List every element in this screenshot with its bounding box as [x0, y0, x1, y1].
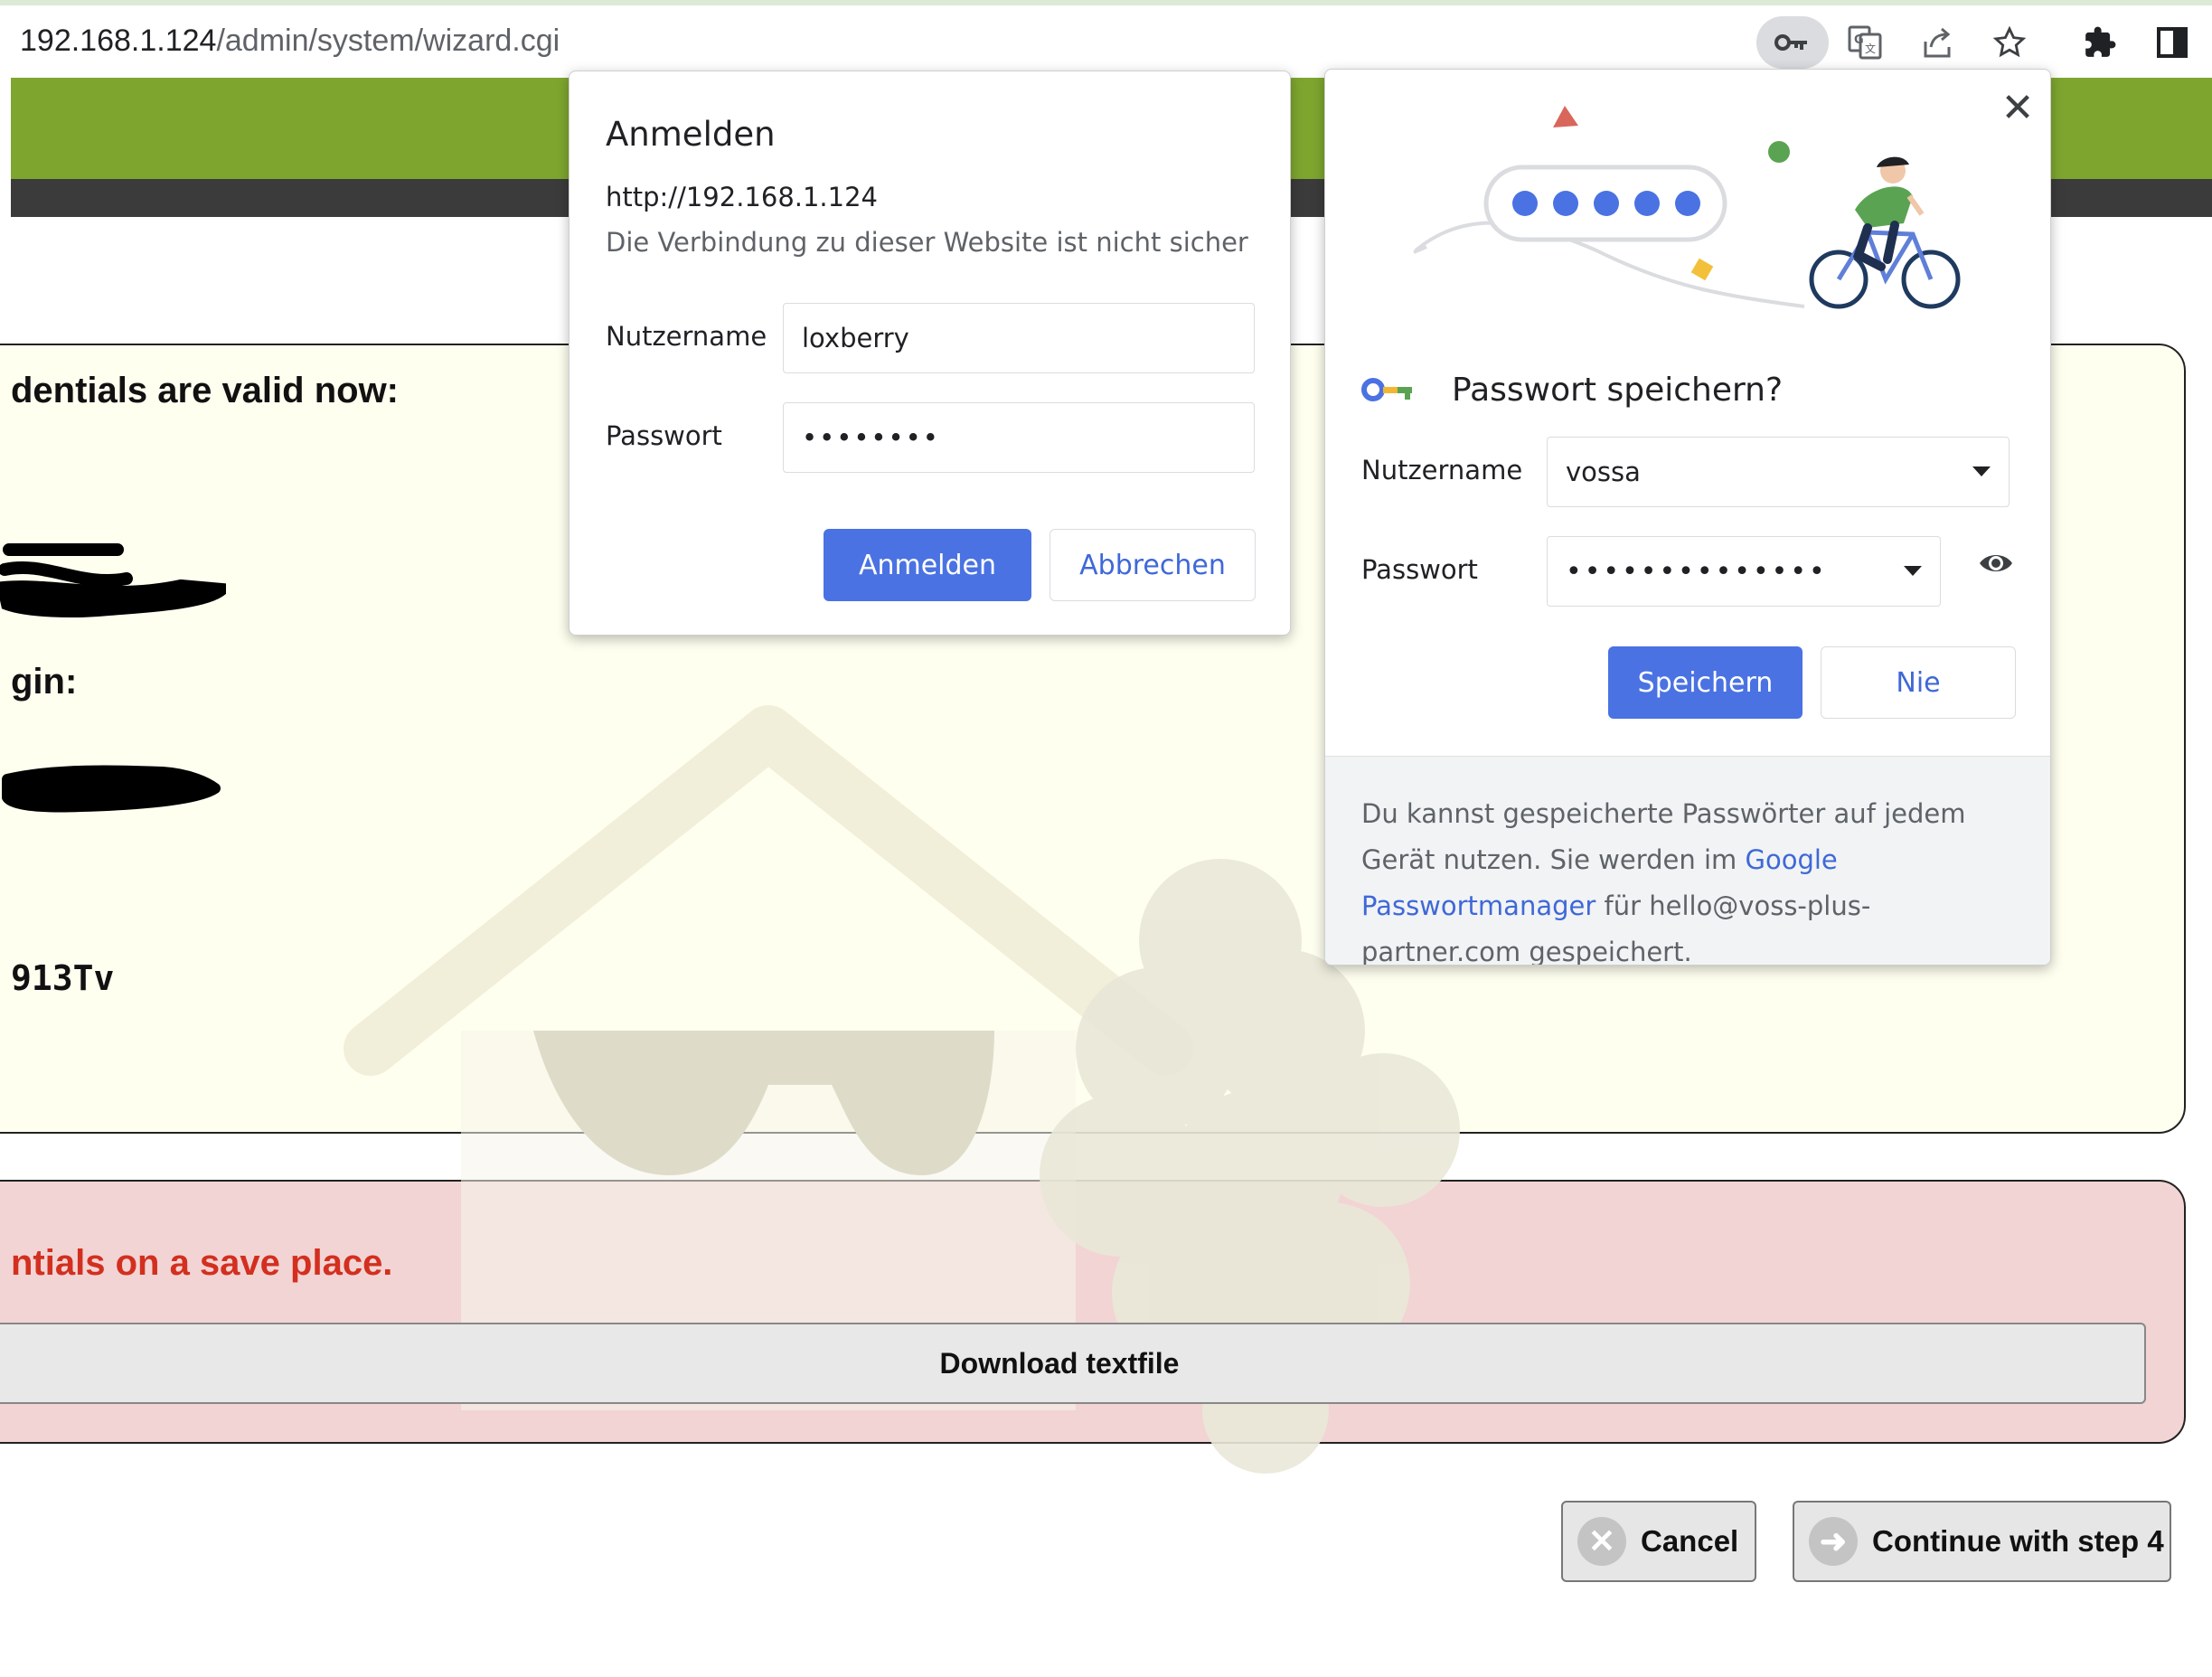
chevron-down-icon — [1904, 566, 1922, 576]
save-password-label: Passwort — [1361, 554, 1478, 585]
bookmark-star-icon[interactable] — [1982, 18, 2037, 67]
save-username-label: Nutzername — [1361, 455, 1523, 485]
show-password-eye-icon[interactable] — [1978, 551, 2014, 576]
save-password-bubble: ✕ Passwort speichern? Nutzername vossa P… — [1324, 69, 2051, 966]
auth-password-input[interactable]: •••••••• — [783, 402, 1255, 473]
close-icon[interactable]: ✕ — [1996, 85, 2039, 131]
svg-text:G: G — [1854, 33, 1864, 47]
cancel-x-icon: ✕ — [1577, 1517, 1626, 1566]
redacted-username-scribble — [0, 543, 226, 617]
redacted-password-scribble — [2, 765, 221, 813]
auth-submit-button[interactable]: Anmelden — [824, 529, 1031, 601]
auth-password-label: Passwort — [606, 420, 722, 451]
auth-username-label: Nutzername — [606, 321, 767, 352]
url-path: /admin/system/wizard.cgi — [216, 24, 560, 58]
arrow-right-icon: ➜ — [1809, 1517, 1858, 1566]
save-username-select[interactable]: vossa — [1547, 437, 2010, 507]
download-textfile-button[interactable]: Download textfile — [0, 1323, 2146, 1404]
password-key-icon — [1361, 378, 1412, 401]
url-host: 192.168.1.124 — [20, 24, 217, 58]
save-password-button[interactable]: Speichern — [1608, 646, 1803, 719]
save-password-select[interactable]: •••••••••••••• — [1547, 536, 1941, 607]
auth-dialog-origin: http://192.168.1.124 — [606, 182, 879, 212]
footer-text: Du kannst gespeicherte Passwörter auf je… — [1361, 798, 1966, 875]
save-username-value: vossa — [1566, 457, 1641, 487]
extensions-puzzle-icon[interactable] — [2073, 18, 2127, 67]
auth-dialog: Anmelden http://192.168.1.124 Die Verbin… — [569, 71, 1291, 636]
address-bar[interactable]: 192.168.1.124/admin/system/wizard.cgi — [20, 24, 560, 59]
warning-text: ntials on a save place. — [11, 1243, 393, 1283]
cancel-button[interactable]: ✕ Cancel — [1561, 1501, 1756, 1582]
cancel-button-label: Cancel — [1641, 1524, 1739, 1558]
side-panel-icon[interactable] — [2145, 18, 2199, 67]
auth-cancel-button[interactable]: Abbrechen — [1050, 529, 1256, 601]
save-password-footer: Du kannst gespeicherte Passwörter auf je… — [1325, 756, 2050, 965]
chevron-down-icon — [1972, 466, 1991, 476]
never-save-button[interactable]: Nie — [1821, 646, 2016, 719]
key-icon[interactable] — [1756, 16, 1829, 69]
save-password-title: Passwort speichern? — [1452, 372, 1784, 409]
credential-code: 913Tv — [11, 958, 115, 998]
translate-icon[interactable]: G文 — [1838, 18, 1892, 67]
continue-button[interactable]: ➜ Continue with step 4 — [1793, 1501, 2171, 1582]
password-illustration-icon — [1413, 106, 1961, 309]
credentials-heading: dentials are valid now: — [11, 371, 400, 410]
share-icon[interactable] — [1910, 18, 1964, 67]
login-heading: gin: — [11, 662, 78, 702]
svg-text:文: 文 — [1865, 42, 1876, 55]
continue-button-label: Continue with step 4 — [1872, 1524, 2164, 1558]
auth-dialog-title: Anmelden — [606, 115, 776, 154]
auth-dialog-warning: Die Verbindung zu dieser Website ist nic… — [606, 227, 1248, 258]
browser-toolbar: 192.168.1.124/admin/system/wizard.cgi G文 — [0, 0, 2212, 78]
save-password-value: •••••••••••••• — [1566, 555, 1828, 588]
auth-username-input[interactable]: loxberry — [783, 303, 1255, 373]
